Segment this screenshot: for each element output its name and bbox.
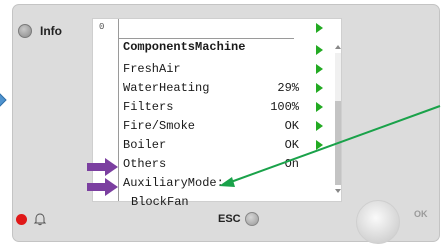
auxiliary-mode-label: AuxiliaryMode: <box>123 155 299 190</box>
nav-arrow-title-icon[interactable] <box>316 23 323 33</box>
nav-arrow-others-icon[interactable] <box>316 140 323 150</box>
scroll-down-icon[interactable] <box>335 189 341 193</box>
esc-label: ESC <box>218 213 241 225</box>
menu-item-filters[interactable]: Filters OK <box>123 79 299 133</box>
menu-item-waterheating[interactable]: WaterHeating 100% <box>123 60 299 114</box>
purple-pointer-icon <box>87 178 118 196</box>
scroll-thumb[interactable] <box>335 101 341 185</box>
menu-item-boiler[interactable]: Boiler On <box>123 117 299 171</box>
auxiliary-mode-value: BlockFan <box>123 174 299 209</box>
info-label: Info <box>40 24 62 38</box>
alarm-indicator[interactable] <box>16 212 47 226</box>
bell-icon <box>33 213 47 226</box>
info-led <box>18 24 32 38</box>
nav-arrow-boiler-icon[interactable] <box>316 121 323 131</box>
purple-pointer-icon <box>87 158 118 176</box>
scrollbar[interactable] <box>334 41 342 201</box>
menu-item-fire-smoke[interactable]: Fire/Smoke OK <box>123 98 299 152</box>
detail-value: BlockFan <box>131 195 189 209</box>
menu-item-others[interactable]: Others <box>123 136 299 171</box>
alarm-led <box>16 213 27 225</box>
menu-title: ComponentsMachine <box>123 19 299 54</box>
menu-list: ComponentsMachine FreshAir 29% WaterHeat… <box>118 19 299 209</box>
ok-knob[interactable] <box>356 200 400 244</box>
nav-arrow-fire-smoke-icon[interactable] <box>316 102 323 112</box>
nav-arrow-filters-icon[interactable] <box>316 83 323 93</box>
esc-led <box>244 212 259 226</box>
title-divider <box>119 38 294 39</box>
menu-item-freshair[interactable]: FreshAir 29% <box>123 41 299 95</box>
display-screen: 0 ComponentsMachine FreshAir 29% WaterHe… <box>92 18 342 209</box>
screen-number: 0 <box>99 22 105 32</box>
esc-button[interactable]: ESC <box>218 212 259 226</box>
nav-arrow-freshair-icon[interactable] <box>316 45 323 55</box>
scroll-up-icon[interactable] <box>335 45 341 49</box>
ok-label: OK <box>414 209 428 219</box>
nav-arrow-waterheating-icon[interactable] <box>316 64 323 74</box>
info-button[interactable]: Info <box>18 24 62 38</box>
